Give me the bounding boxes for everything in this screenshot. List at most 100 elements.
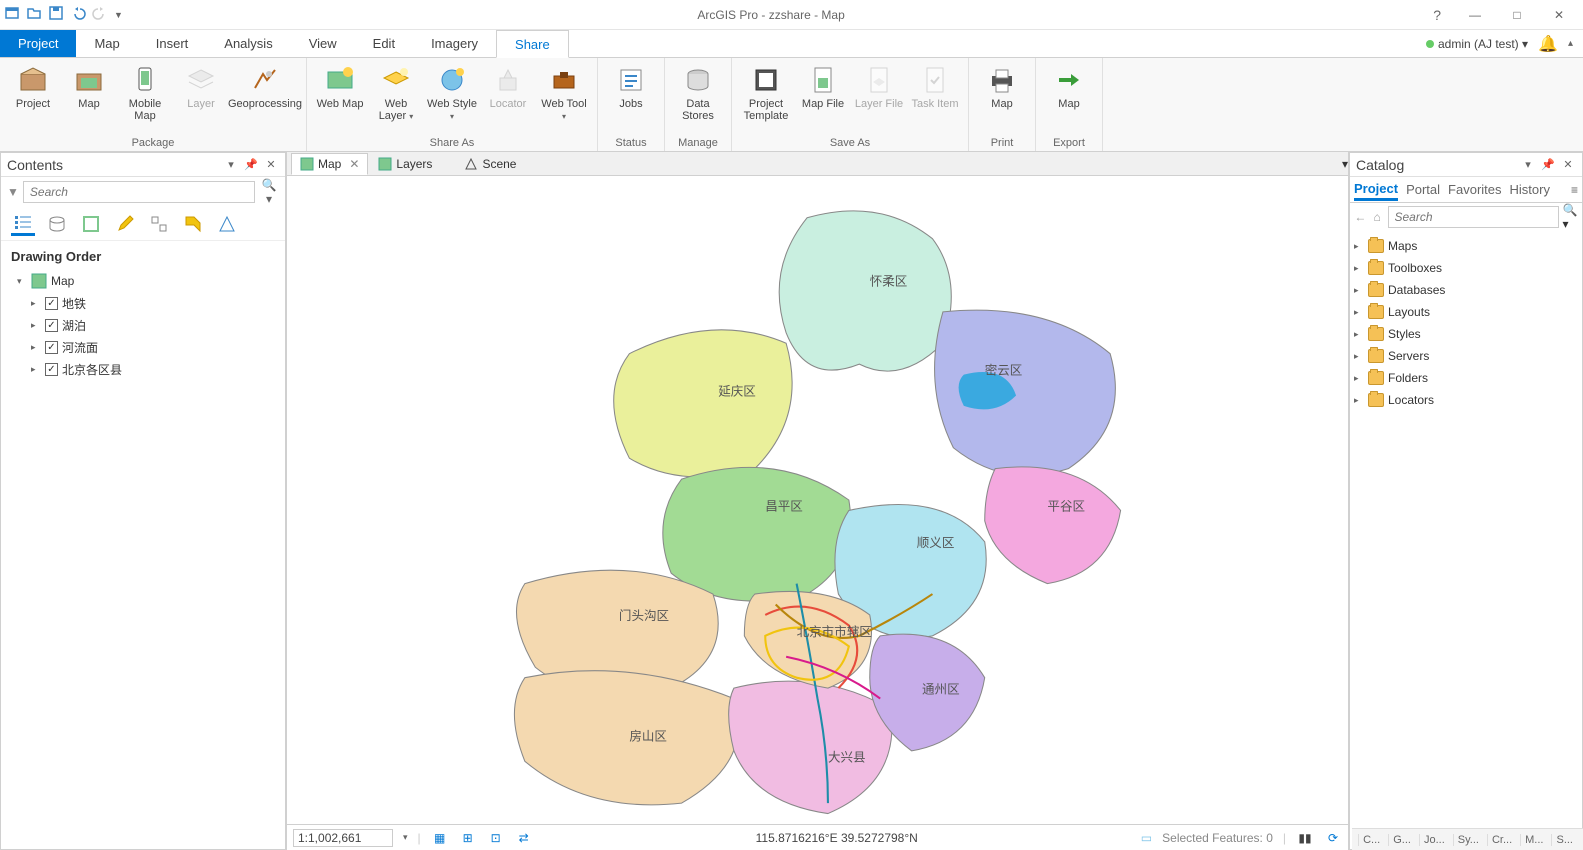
ribbon-tab-analysis[interactable]: Analysis <box>206 30 290 57</box>
bottom-tab[interactable]: Cr... <box>1487 834 1516 846</box>
bottom-tab[interactable]: G... <box>1388 834 1415 846</box>
panel-close-icon[interactable]: ✕ <box>263 157 279 173</box>
refresh-icon[interactable]: ⟳ <box>1324 829 1342 847</box>
search-icon[interactable]: 🔍 ▾ <box>259 178 279 206</box>
list-by-labeling-icon[interactable] <box>181 212 205 236</box>
layer-checkbox[interactable]: ✓ <box>45 363 58 376</box>
status-tool-4-icon[interactable]: ⇄ <box>515 829 533 847</box>
expand-icon[interactable]: ▸ <box>1354 395 1364 406</box>
status-tool-3-icon[interactable]: ⊡ <box>487 829 505 847</box>
share-web-layer-button[interactable]: Web Layer ▾ <box>369 60 423 126</box>
home-icon[interactable]: ⌂ <box>1371 207 1384 227</box>
qat-undo-icon[interactable] <box>70 5 86 24</box>
ribbon-tab-share[interactable]: Share <box>496 30 569 58</box>
list-by-snapping-icon[interactable] <box>147 212 171 236</box>
layer-item[interactable]: ▸✓湖泊 <box>7 314 279 336</box>
expand-icon[interactable]: ▸ <box>31 298 41 309</box>
list-by-editing-icon[interactable] <box>113 212 137 236</box>
collapse-ribbon-icon[interactable]: ▴ <box>1568 38 1573 49</box>
share-web-style-button[interactable]: Web Style ▾ <box>425 60 479 126</box>
ribbon-tab-insert[interactable]: Insert <box>138 30 207 57</box>
expand-icon[interactable]: ▸ <box>31 320 41 331</box>
status-tool-1-icon[interactable]: ▦ <box>431 829 449 847</box>
saveas-project-template-button[interactable]: Project Template <box>738 60 794 126</box>
status-tool-2-icon[interactable]: ⊞ <box>459 829 477 847</box>
bottom-tab[interactable]: S... <box>1551 834 1577 846</box>
panel-dropdown-icon[interactable]: ▾ <box>223 157 239 173</box>
print-map-button[interactable]: Map <box>975 60 1029 114</box>
search-icon[interactable]: 🔍 ▾ <box>1563 203 1579 231</box>
list-by-perspective-icon[interactable] <box>215 212 239 236</box>
layer-item[interactable]: ▸✓河流面 <box>7 336 279 358</box>
map-canvas[interactable]: 怀柔区密云区延庆区昌平区顺义区平谷区门头沟区北京市市辖区通州区房山区大兴县 <box>287 176 1348 824</box>
catalog-search-input[interactable] <box>1388 206 1559 228</box>
user-label[interactable]: admin (AJ test) ▾ <box>1426 37 1528 51</box>
scale-input[interactable]: 1:1,002,661 <box>293 829 393 847</box>
catalog-tab-favorites[interactable]: Favorites <box>1448 180 1501 199</box>
catalog-item[interactable]: ▸Databases <box>1354 279 1578 301</box>
catalog-item[interactable]: ▸Styles <box>1354 323 1578 345</box>
expand-icon[interactable]: ▸ <box>1354 241 1364 252</box>
expand-icon[interactable]: ▸ <box>1354 285 1364 296</box>
scale-dropdown-icon[interactable]: ▾ <box>403 832 408 843</box>
view-tab-map[interactable]: Map ✕ <box>291 153 368 175</box>
ribbon-tab-edit[interactable]: Edit <box>355 30 413 57</box>
expand-icon[interactable]: ▸ <box>1354 263 1364 274</box>
filter-icon[interactable]: ▼ <box>7 185 19 199</box>
panel-pin-icon[interactable]: 📌 <box>243 157 259 173</box>
help-icon[interactable]: ? <box>1419 7 1455 23</box>
panel-dropdown-icon[interactable]: ▾ <box>1520 157 1536 173</box>
ribbon-tab-project[interactable]: Project <box>0 30 76 57</box>
layer-checkbox[interactable]: ✓ <box>45 319 58 332</box>
list-by-selection-icon[interactable] <box>79 212 103 236</box>
expand-icon[interactable]: ▸ <box>1354 329 1364 340</box>
layer-item[interactable]: ▸✓北京各区县 <box>7 358 279 380</box>
catalog-menu-icon[interactable]: ≡ <box>1571 183 1578 197</box>
package-project-button[interactable]: Project <box>6 60 60 114</box>
ribbon-tab-imagery[interactable]: Imagery <box>413 30 496 57</box>
bottom-tab[interactable]: C... <box>1358 834 1384 846</box>
package-map-button[interactable]: Map <box>62 60 116 114</box>
pause-drawing-icon[interactable]: ▮▮ <box>1296 829 1314 847</box>
minimize-button[interactable]: — <box>1455 1 1495 29</box>
contents-search-input[interactable] <box>23 181 255 203</box>
catalog-item[interactable]: ▸Toolboxes <box>1354 257 1578 279</box>
panel-close-icon[interactable]: ✕ <box>1560 157 1576 173</box>
export-map-button[interactable]: Map <box>1042 60 1096 114</box>
ribbon-tab-map[interactable]: Map <box>76 30 137 57</box>
catalog-tab-project[interactable]: Project <box>1354 179 1398 201</box>
view-tab-scene[interactable]: Scene <box>456 153 524 175</box>
layer-checkbox[interactable]: ✓ <box>45 341 58 354</box>
collapse-icon[interactable]: ▾ <box>17 276 27 287</box>
qat-redo-icon[interactable] <box>92 5 108 24</box>
bottom-tab[interactable]: Sy... <box>1453 834 1483 846</box>
list-by-drawing-order-icon[interactable] <box>11 212 35 236</box>
expand-icon[interactable]: ▸ <box>31 342 41 353</box>
package-geoprocessing-button[interactable]: Geoprocessing <box>230 60 300 114</box>
qat-open-icon[interactable] <box>26 5 42 24</box>
view-tab-layers[interactable]: Layers <box>370 153 440 175</box>
maximize-button[interactable]: □ <box>1497 1 1537 29</box>
catalog-item[interactable]: ▸Layouts <box>1354 301 1578 323</box>
expand-icon[interactable]: ▸ <box>31 364 41 375</box>
catalog-item[interactable]: ▸Folders <box>1354 367 1578 389</box>
layer-item[interactable]: ▸✓地铁 <box>7 292 279 314</box>
qat-dropdown-icon[interactable]: ▼ <box>114 10 123 20</box>
close-button[interactable]: ✕ <box>1539 1 1579 29</box>
share-web-tool-button[interactable]: Web Tool ▾ <box>537 60 591 126</box>
expand-icon[interactable]: ▸ <box>1354 351 1364 362</box>
share-web-map-button[interactable]: Web Map <box>313 60 367 114</box>
tree-map-root[interactable]: ▾ Map <box>7 270 279 292</box>
bottom-tab[interactable]: Jo... <box>1419 834 1449 846</box>
qat-save-icon[interactable] <box>48 5 64 24</box>
notifications-icon[interactable]: 🔔 <box>1538 34 1558 54</box>
saveas-map-file-button[interactable]: Map File <box>796 60 850 114</box>
catalog-tab-history[interactable]: History <box>1510 180 1550 199</box>
expand-icon[interactable]: ▸ <box>1354 307 1364 318</box>
manage-data-stores-button[interactable]: Data Stores <box>671 60 725 126</box>
back-icon[interactable]: ← <box>1354 207 1367 227</box>
package-mobile-map-button[interactable]: Mobile Map <box>118 60 172 126</box>
catalog-tab-portal[interactable]: Portal <box>1406 180 1440 199</box>
list-by-source-icon[interactable] <box>45 212 69 236</box>
catalog-item[interactable]: ▸Locators <box>1354 389 1578 411</box>
